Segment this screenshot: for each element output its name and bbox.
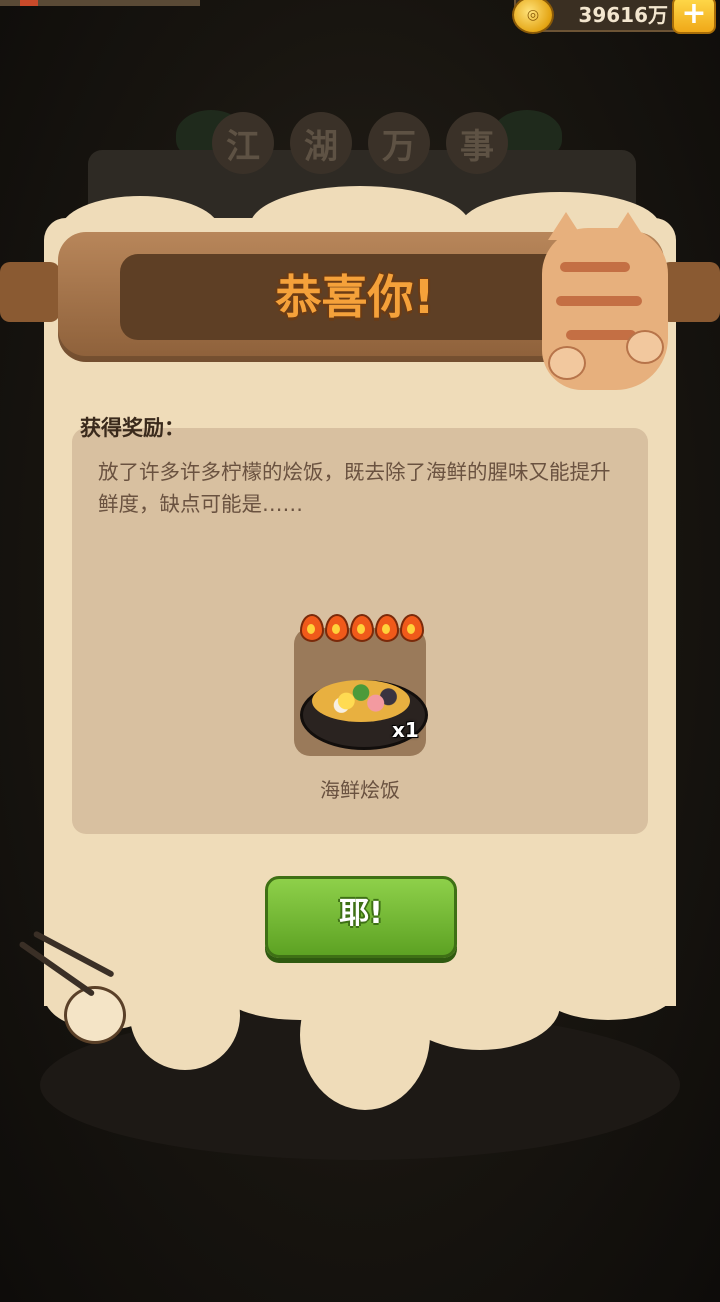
cat-stripe: [556, 296, 642, 306]
top-progress-bar: [0, 0, 200, 6]
rolling-pin-handle: [0, 262, 60, 322]
flame-icon: [375, 614, 399, 642]
dialog-title: 恭喜你!: [275, 270, 435, 324]
item-rating-flames: [300, 614, 424, 642]
plus-icon: +: [681, 0, 707, 31]
cat-paw: [548, 346, 586, 380]
background-title-char: 万: [368, 112, 430, 174]
reward-description: 放了许多许多柠檬的烩饭，既去除了海鲜的腥味又能提升鲜度，缺点可能是……: [98, 460, 611, 516]
dough-drip: [130, 960, 240, 1070]
confirm-button[interactable]: 耶!: [265, 876, 457, 958]
cat-paw: [626, 330, 664, 364]
flame-icon: [300, 614, 324, 642]
flame-icon: [350, 614, 374, 642]
dough-ball: [64, 986, 126, 1044]
cat-stripe: [566, 330, 636, 340]
add-coins-button[interactable]: +: [672, 0, 716, 34]
coin-amount: 39616万: [578, 3, 668, 27]
dough-drip: [540, 960, 676, 1020]
background-title: 江 湖 万 事: [200, 98, 520, 188]
reward-label: 获得奖励：: [80, 416, 185, 440]
rolling-pin-handle: [660, 262, 720, 322]
item-name: 海鲜烩饭: [320, 778, 400, 802]
flame-icon: [325, 614, 349, 642]
cat-stripe: [560, 262, 630, 272]
dough-drip: [400, 960, 560, 1050]
paella-food: [312, 680, 410, 722]
flame-icon: [400, 614, 424, 642]
background-title-char: 湖: [290, 112, 352, 174]
background-title-char: 江: [212, 112, 274, 174]
item-quantity: x1: [392, 718, 419, 742]
background-title-char: 事: [446, 112, 508, 174]
